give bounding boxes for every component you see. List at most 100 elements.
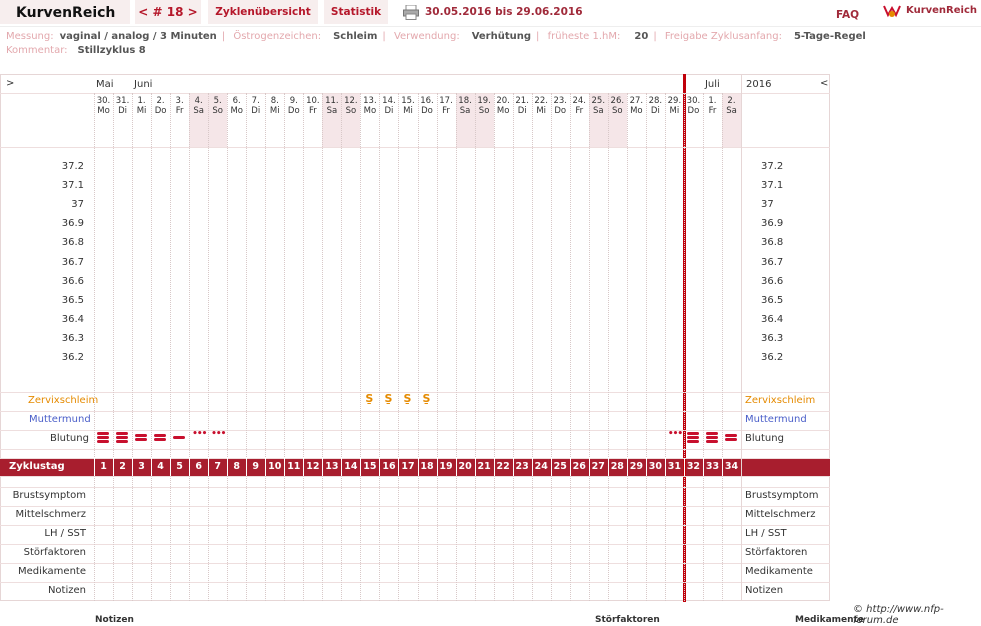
verw-label: Verwendung: bbox=[393, 31, 460, 42]
weekday-header: Mo bbox=[363, 106, 377, 116]
day-header: 11. bbox=[325, 96, 339, 106]
temp-axis-right: 36.5 bbox=[761, 294, 784, 306]
temp-axis-right: 36.9 bbox=[761, 218, 784, 230]
day-header: 5. bbox=[213, 96, 222, 106]
notes-heading-cut: Notizen bbox=[95, 615, 134, 625]
cycle-day-separator bbox=[436, 458, 438, 476]
weekday-header: Do bbox=[154, 106, 167, 116]
cycle-day-number: 14 bbox=[344, 461, 358, 472]
day-header: 15. bbox=[401, 96, 415, 106]
temp-axis-left: 37.2 bbox=[61, 161, 84, 172]
temp-axis-left: 36.5 bbox=[61, 294, 84, 306]
messung-value: vaginal / analog / 3 Minuten bbox=[59, 31, 217, 42]
cycle-day-number: 29 bbox=[629, 461, 643, 472]
cycle-day-separator bbox=[569, 458, 571, 476]
column-gridline bbox=[645, 93, 647, 601]
cycle-day-separator bbox=[645, 458, 647, 476]
column-gridline bbox=[265, 93, 267, 601]
printer-icon[interactable] bbox=[403, 5, 419, 20]
weekday-header: Mo bbox=[496, 106, 510, 116]
month-label: Juni bbox=[134, 79, 153, 90]
cycle-day-separator bbox=[588, 458, 590, 476]
cycle-day-number: 22 bbox=[496, 461, 510, 472]
temp-axis-left: 36.3 bbox=[61, 332, 84, 344]
cycle-day-number: 12 bbox=[306, 461, 320, 472]
cycle-day-separator bbox=[284, 458, 286, 476]
temp-axis-right: 36.8 bbox=[761, 237, 784, 249]
row-divider bbox=[0, 449, 830, 450]
weekday-header: Sa bbox=[459, 106, 471, 116]
cycle-day-number: 10 bbox=[268, 461, 282, 472]
day-header: 6. bbox=[232, 96, 241, 106]
weekday-header: Di bbox=[118, 106, 127, 116]
cycle-day-number: 28 bbox=[610, 461, 624, 472]
column-gridline bbox=[189, 93, 191, 601]
weekday-header: Sa bbox=[592, 106, 604, 116]
cycle-day-separator bbox=[113, 458, 115, 476]
column-gridline bbox=[113, 93, 115, 601]
cycle-day-number: 17 bbox=[401, 461, 415, 472]
day-header: 2. bbox=[727, 96, 736, 106]
day-header: 25. bbox=[591, 96, 606, 106]
cycle-day-separator bbox=[474, 458, 476, 476]
brand-link[interactable]: KurvenReich bbox=[906, 5, 977, 16]
column-gridline bbox=[398, 93, 400, 601]
day-header: 28. bbox=[648, 96, 663, 106]
app-logo[interactable]: KurvenReich bbox=[0, 0, 130, 24]
bottom-row-label: Störfaktoren bbox=[23, 547, 86, 558]
temp-axis-left: 36.4 bbox=[61, 313, 84, 325]
tab-statistik[interactable]: Statistik bbox=[324, 0, 388, 24]
day-header: 22. bbox=[534, 96, 548, 106]
column-gridline bbox=[284, 93, 286, 601]
weekday-header: Mi bbox=[536, 106, 547, 116]
day-header: 1. bbox=[708, 96, 717, 106]
bottom-row-label: Notizen bbox=[47, 585, 86, 596]
column-gridline bbox=[151, 93, 153, 601]
chart-nav-left[interactable]: > bbox=[6, 78, 14, 89]
temp-axis-left: 36.2 bbox=[61, 352, 84, 363]
faq-link[interactable]: FAQ bbox=[836, 9, 859, 21]
cycle-day-separator bbox=[132, 458, 134, 476]
row-divider bbox=[0, 147, 830, 148]
cycle-switcher[interactable]: < # 18 > bbox=[135, 0, 201, 24]
column-gridline bbox=[664, 93, 666, 601]
bleeding-marker bbox=[686, 432, 699, 444]
column-gridline bbox=[417, 93, 419, 601]
day-header: 3. bbox=[175, 96, 184, 106]
weekday-header: Do bbox=[421, 106, 433, 116]
day-header: 21. bbox=[515, 96, 529, 106]
bleeding-marker bbox=[154, 434, 167, 442]
cycle-day-separator bbox=[379, 458, 381, 476]
cycle-day-separator bbox=[512, 458, 514, 476]
frei-label: Freigabe Zyklusanfang: bbox=[664, 31, 782, 42]
weekday-header: Di bbox=[384, 106, 394, 116]
column-gridline bbox=[512, 93, 514, 601]
day-header: 12. bbox=[344, 96, 358, 106]
cycle-day-separator bbox=[398, 458, 400, 476]
tab-zyklenuebersicht[interactable]: Zyklenübersicht bbox=[208, 0, 318, 24]
cycle-day-separator bbox=[303, 458, 305, 476]
weekday-header: Mo bbox=[230, 106, 243, 116]
bleeding-marker bbox=[135, 434, 148, 442]
cycle-day-separator bbox=[208, 458, 210, 476]
kurvenreich-logo-icon bbox=[883, 5, 901, 18]
muttermund-row-label-right: Muttermund bbox=[745, 414, 807, 425]
comment-value: Stillzyklus 8 bbox=[77, 45, 146, 56]
column-gridline bbox=[588, 93, 590, 601]
bottom-row-label: Mittelschmerz bbox=[15, 509, 86, 520]
frei-value: 5-Tage-Regel bbox=[793, 31, 866, 42]
cycle-day-number: 13 bbox=[325, 461, 339, 472]
row-divider bbox=[0, 506, 830, 507]
cycle-day-number: 2 bbox=[119, 461, 126, 472]
copyright-credit[interactable]: © http://www.nfp-forum.de bbox=[853, 604, 981, 626]
weekday-header: Fr bbox=[708, 106, 717, 116]
row-divider bbox=[0, 411, 830, 412]
weekday-header: Mo bbox=[630, 106, 643, 116]
fruh-label: früheste 1.hM: bbox=[547, 31, 621, 42]
chart-nav-right[interactable]: < bbox=[820, 78, 828, 89]
day-header: 18. bbox=[458, 96, 472, 106]
column-gridline bbox=[303, 93, 305, 601]
day-header: 2. bbox=[156, 96, 165, 106]
temp-axis-left: 37 bbox=[71, 199, 84, 211]
weekday-header: Mi bbox=[136, 106, 147, 116]
